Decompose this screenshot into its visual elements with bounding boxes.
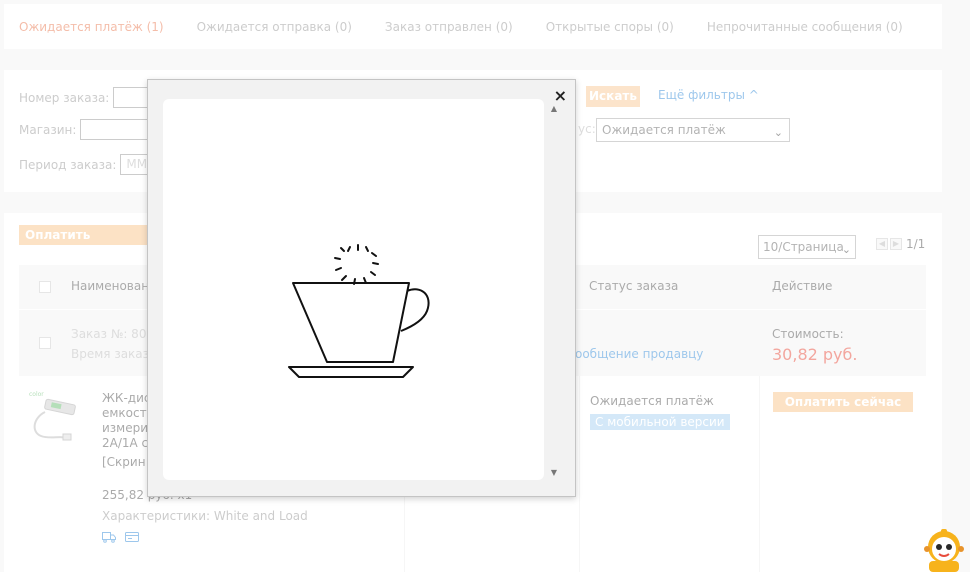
- scroll-down-arrow-icon[interactable]: ▼: [551, 468, 557, 477]
- coffee-cup-loading-icon: [288, 244, 430, 378]
- modal-content: [163, 99, 544, 480]
- scroll-up-arrow-icon[interactable]: ▲: [551, 104, 557, 113]
- close-modal-button[interactable]: ×: [554, 86, 567, 105]
- robot-assistant-icon[interactable]: [921, 527, 967, 572]
- loading-modal: × ▲ ▼: [147, 79, 576, 497]
